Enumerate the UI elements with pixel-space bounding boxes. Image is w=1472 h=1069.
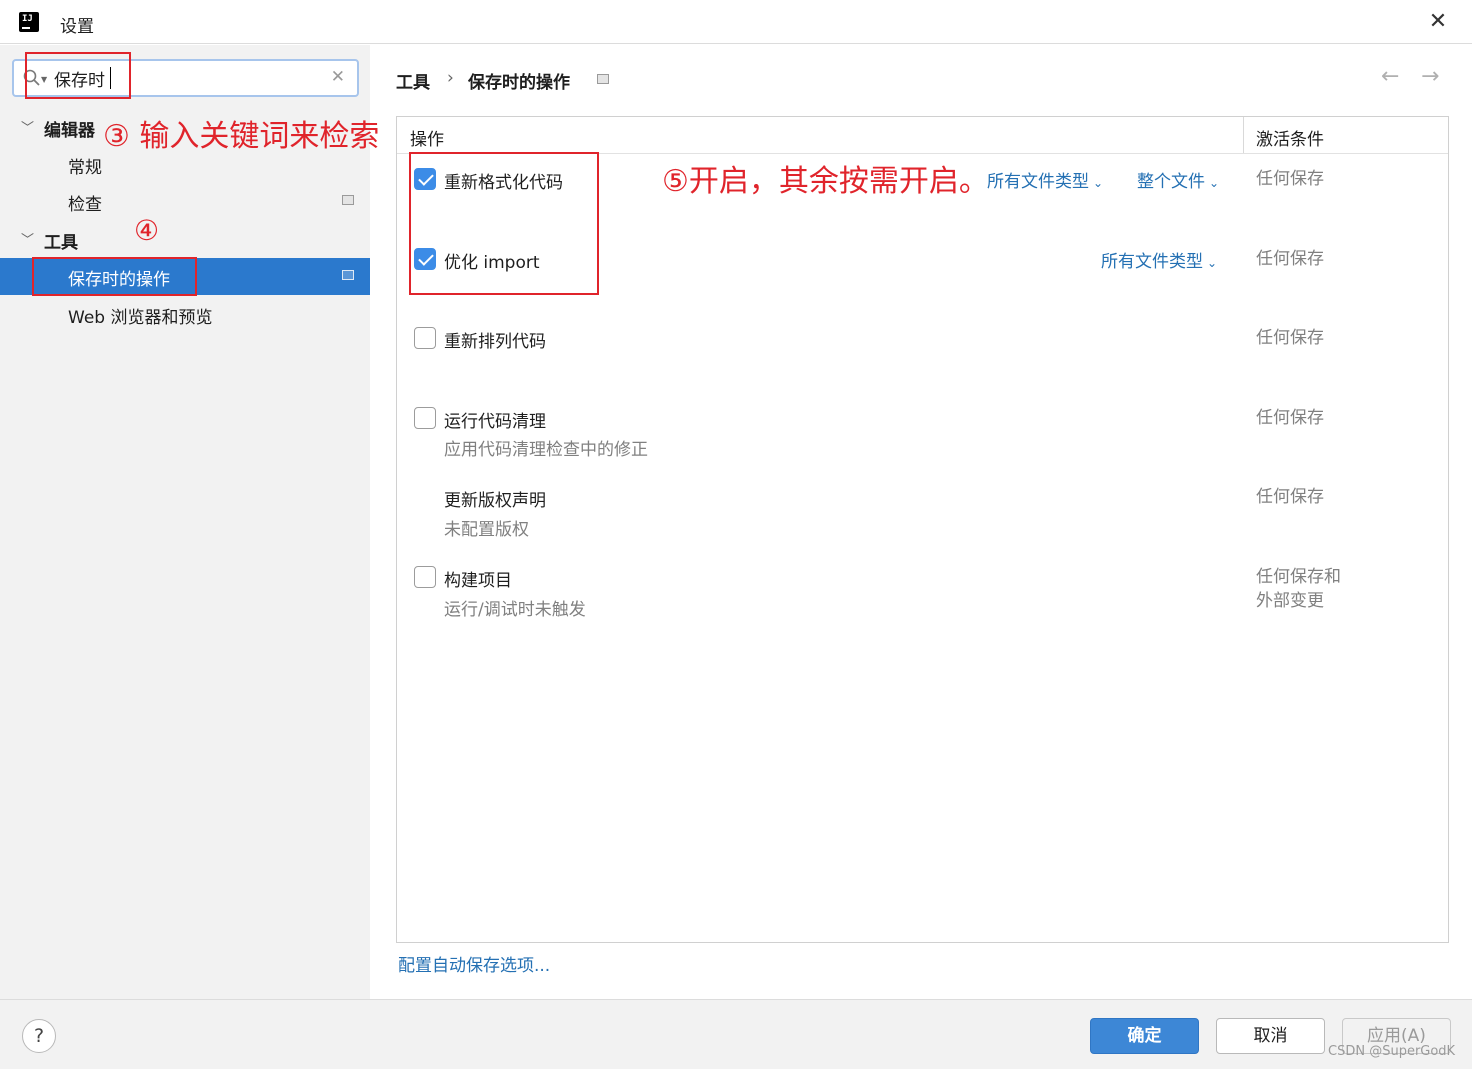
chevron-down-icon: ⌄ (1207, 256, 1218, 270)
row-condition: 任何保存 (1256, 169, 1324, 189)
close-icon[interactable]: ✕ (1426, 10, 1450, 34)
annotation-box-selected-item (32, 257, 197, 296)
link-label: 所有文件类型 (1101, 252, 1203, 272)
sidebar-item-label: 常规 (68, 158, 102, 178)
settings-sidebar: ▼ ✕ ﹀ 编辑器 常规 检查 ﹀ 工具 保存时的操作 Web 浏览器和预览 (0, 45, 370, 999)
row-condition: 任何保存 (1256, 328, 1324, 348)
breadcrumb-current: 保存时的操作 (468, 73, 570, 93)
row-condition: 任何保存 (1256, 249, 1324, 269)
project-level-icon (342, 195, 354, 205)
row-description: 应用代码清理检查中的修正 (444, 440, 648, 460)
sidebar-item-web-browsers[interactable]: Web 浏览器和预览 (0, 296, 370, 333)
column-header-condition: 激活条件 (1256, 130, 1324, 150)
row-label: 构建项目 (444, 571, 512, 591)
file-types-dropdown[interactable]: 所有文件类型 ⌄ (1101, 247, 1217, 272)
forward-arrow-icon[interactable]: → (1421, 64, 1439, 89)
back-arrow-icon[interactable]: ← (1381, 64, 1399, 89)
row-description: 未配置版权 (444, 520, 529, 540)
annotation-step4: ④ (134, 214, 160, 247)
sidebar-group-label: 工具 (44, 233, 78, 253)
build-project-checkbox[interactable] (414, 566, 436, 588)
link-label: 整个文件 (1137, 172, 1205, 192)
chevron-down-icon[interactable]: ﹀ (21, 117, 34, 136)
cancel-button[interactable]: 取消 (1216, 1018, 1325, 1054)
title-bar: IJ 设置 ✕ (0, 0, 1472, 44)
row-condition: 任何保存 (1256, 487, 1324, 507)
column-header-action: 操作 (410, 130, 444, 150)
annotation-step3: ③ 输入关键词来检索 (103, 119, 380, 154)
configure-autosave-link[interactable]: 配置自动保存选项... (398, 951, 550, 976)
row-label[interactable]: 更新版权声明 (444, 486, 546, 511)
clear-search-icon[interactable]: ✕ (331, 67, 345, 87)
breadcrumb-parent[interactable]: 工具 (396, 68, 430, 93)
annotation-box-checkboxes (409, 152, 599, 295)
sidebar-item-label: Web 浏览器和预览 (68, 308, 213, 328)
file-types-dropdown[interactable]: 所有文件类型 ⌄ (987, 167, 1103, 192)
scope-dropdown[interactable]: 整个文件 ⌄ (1137, 167, 1219, 192)
row-label: 重新排列代码 (444, 332, 546, 352)
row-condition-line: 任何保存和 (1256, 567, 1341, 587)
column-divider[interactable] (1243, 117, 1244, 153)
watermark: CSDN @SuperGodK (1328, 1044, 1456, 1059)
link-label: 所有文件类型 (987, 172, 1089, 192)
project-level-icon (597, 74, 609, 84)
sidebar-item-inspections[interactable]: 检查 (0, 183, 370, 220)
chevron-down-icon: ⌄ (1209, 176, 1220, 190)
help-icon[interactable]: ? (22, 1019, 56, 1053)
rearrange-code-checkbox[interactable] (414, 327, 436, 349)
sidebar-group-label: 编辑器 (44, 121, 95, 141)
row-description: 运行/调试时未触发 (444, 600, 586, 620)
project-level-icon (342, 270, 354, 280)
run-code-cleanup-checkbox[interactable] (414, 407, 436, 429)
ok-button[interactable]: 确定 (1090, 1018, 1199, 1054)
annotation-box-search (25, 52, 131, 99)
window-title: 设置 (60, 17, 94, 37)
row-condition: 任何保存 (1256, 408, 1324, 428)
row-label: 运行代码清理 (444, 412, 546, 432)
intellij-logo-icon: IJ (17, 10, 41, 34)
sidebar-item-label: 检查 (68, 195, 102, 215)
sidebar-group-tools[interactable]: ﹀ 工具 (0, 221, 370, 258)
chevron-down-icon[interactable]: ﹀ (21, 229, 34, 248)
breadcrumb-separator: › (447, 68, 454, 88)
chevron-down-icon: ⌄ (1093, 176, 1104, 190)
row-condition-line: 外部变更 (1256, 591, 1324, 611)
dialog-footer: ? 确定 取消 应用(A) (0, 999, 1472, 1069)
annotation-step5: ⑤开启，其余按需开启。 (662, 164, 989, 199)
row-condition: 任何保存和 外部变更 (1256, 565, 1341, 613)
